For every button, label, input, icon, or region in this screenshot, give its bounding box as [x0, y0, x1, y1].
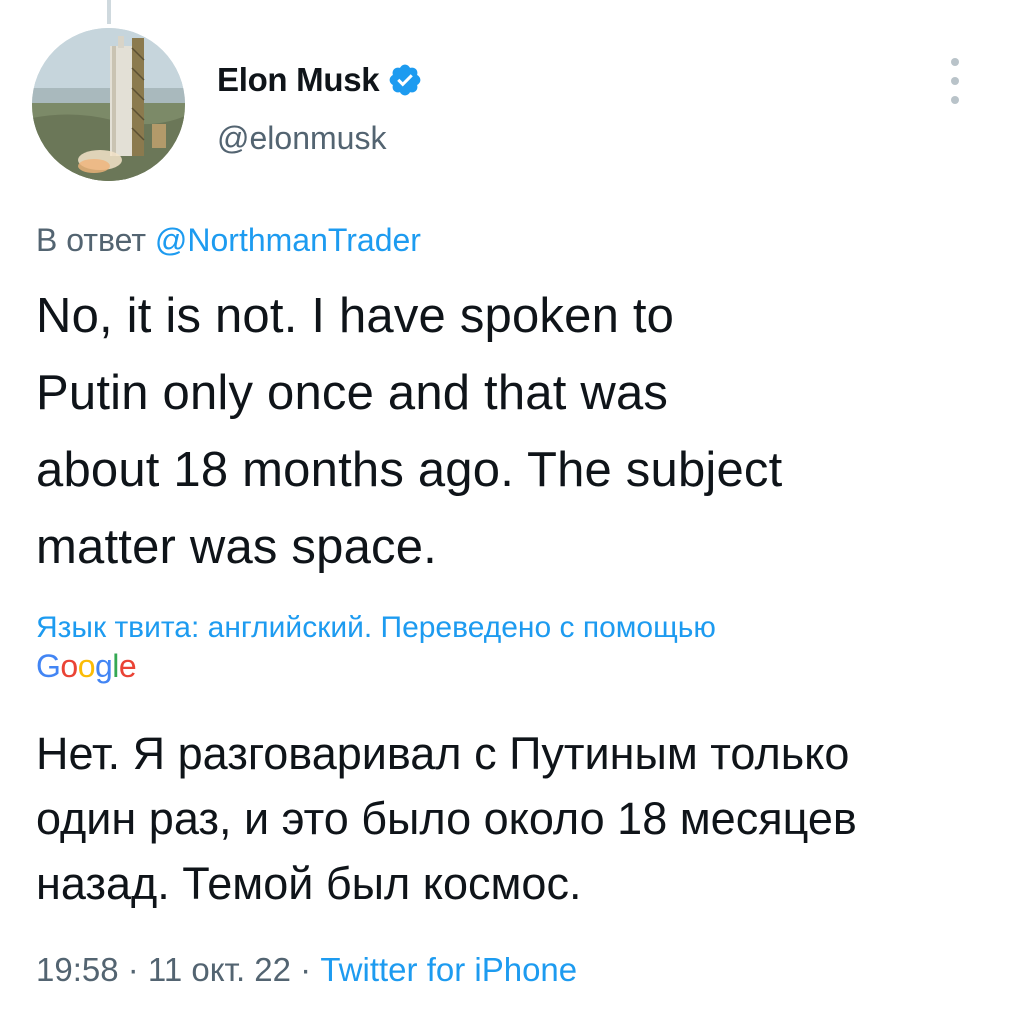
author-handle[interactable]: @elonmusk: [217, 120, 386, 157]
meta-separator: ·: [291, 951, 321, 988]
tweet-line: Putin only once and that was: [36, 366, 669, 420]
translated-line: назад. Темой был космос.: [36, 858, 582, 909]
translated-line: один раз, и это было около 18 месяцев: [36, 793, 857, 844]
reply-prefix: В ответ: [36, 222, 147, 258]
reply-handle-link[interactable]: @NorthmanTrader: [155, 222, 421, 258]
translation-note-link[interactable]: Язык твита: английский. Переведено с пом…: [36, 606, 716, 650]
google-logo: Google: [36, 648, 137, 684]
tweet-source-link[interactable]: Twitter for iPhone: [320, 951, 577, 988]
more-dot: [951, 58, 959, 66]
starship-avatar-icon: [32, 28, 185, 181]
tweet-line: matter was space.: [36, 520, 437, 574]
tweet-meta: 19:58 · 11 окт. 22 · Twitter for iPhone: [36, 951, 577, 989]
verified-badge-icon: [387, 62, 423, 98]
meta-separator: ·: [118, 951, 148, 988]
tweet-date[interactable]: 11 окт. 22: [148, 951, 291, 988]
author-name-row[interactable]: Elon Musk: [217, 58, 423, 102]
tweet-text: No, it is not. I have spoken to Putin on…: [36, 278, 986, 586]
tweet-time[interactable]: 19:58: [36, 951, 119, 988]
author-display-name[interactable]: Elon Musk: [217, 61, 380, 99]
more-dot: [951, 96, 959, 104]
translated-line: Нет. Я разговаривал с Путиным только: [36, 728, 850, 779]
more-dot: [951, 77, 959, 85]
tweet-line: about 18 months ago. The subject: [36, 443, 783, 497]
thread-connector-line: [107, 0, 111, 24]
tweet-line: No, it is not. I have spoken to: [36, 289, 675, 343]
avatar[interactable]: [32, 28, 185, 181]
translated-tweet-text: Нет. Я разговаривал с Путиным только оди…: [36, 721, 986, 916]
more-options-icon[interactable]: [940, 58, 970, 104]
reply-context: В ответ @NorthmanTrader: [36, 222, 421, 259]
